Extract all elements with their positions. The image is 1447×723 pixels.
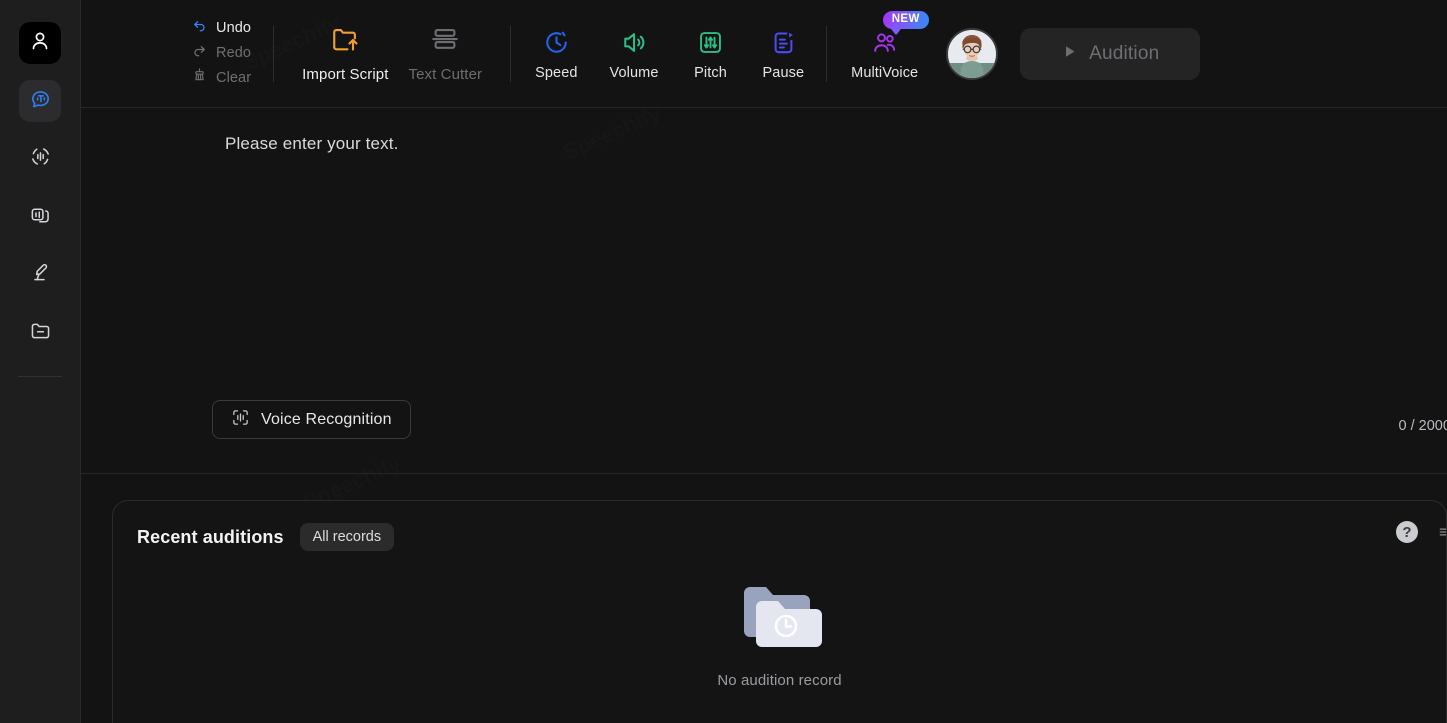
redo-arrow-icon bbox=[192, 42, 207, 65]
multivoice-label: MultiVoice bbox=[851, 64, 919, 81]
text-cutter-button[interactable]: Text Cutter bbox=[398, 24, 492, 83]
user-icon bbox=[28, 29, 52, 58]
toolbar: Undo Redo Clear Import Script Text Cutte… bbox=[81, 0, 1447, 109]
character-count: 0 / 20000 bbox=[1398, 418, 1447, 435]
sidebar-item-recorder[interactable] bbox=[19, 254, 61, 296]
sidebar-item-account[interactable] bbox=[19, 22, 61, 64]
history-controls: Undo Redo Clear bbox=[192, 17, 273, 90]
folder-upload-icon bbox=[328, 24, 362, 59]
voice-wave-circle-icon bbox=[29, 145, 52, 173]
pause-button[interactable]: Pause bbox=[747, 27, 821, 81]
undo-arrow-icon bbox=[192, 17, 207, 40]
empty-state: No audition record bbox=[113, 577, 1446, 689]
audition-button[interactable]: Audition bbox=[1020, 27, 1201, 80]
sidebar-item-voice-changer[interactable] bbox=[19, 138, 61, 180]
speed-button[interactable]: Speed bbox=[519, 27, 593, 81]
voice-recognition-label: Voice Recognition bbox=[261, 410, 392, 428]
redo-button[interactable]: Redo bbox=[192, 42, 251, 65]
volume-button[interactable]: Volume bbox=[594, 27, 675, 81]
new-badge: NEW bbox=[880, 8, 931, 31]
voice-recognition-button[interactable]: Voice Recognition bbox=[212, 400, 411, 440]
text-editor-area[interactable]: Please enter your text. Voice Recognitio… bbox=[81, 108, 1447, 475]
folder-minus-icon bbox=[29, 319, 52, 347]
speech-bubble-icon bbox=[29, 87, 52, 115]
undo-label: Undo bbox=[216, 20, 252, 37]
sidebar-divider bbox=[18, 376, 62, 377]
undo-button[interactable]: Undo bbox=[192, 17, 251, 40]
recent-auditions-panel: Recent auditions All records ? No auditi… bbox=[112, 500, 1447, 723]
clear-button[interactable]: Clear bbox=[192, 67, 251, 90]
text-cutter-icon bbox=[429, 24, 461, 59]
voice-portrait-image bbox=[948, 29, 997, 78]
recent-auditions-header: Recent auditions All records ? bbox=[113, 501, 1446, 552]
audition-label: Audition bbox=[1089, 42, 1160, 64]
app-root: Speechify Speechify Speechify Undo Redo … bbox=[0, 0, 1447, 723]
pitch-button[interactable]: Pitch bbox=[675, 27, 747, 81]
broom-icon bbox=[192, 67, 207, 90]
editor-divider bbox=[81, 473, 1447, 475]
question-mark-icon[interactable]: ? bbox=[1396, 521, 1418, 544]
panel-actions: ? bbox=[1396, 521, 1446, 544]
sidebar bbox=[0, 0, 81, 723]
speed-label: Speed bbox=[535, 64, 578, 81]
speaker-icon bbox=[621, 27, 648, 59]
pause-label: Pause bbox=[762, 64, 805, 81]
sidebar-item-voice-clone[interactable] bbox=[19, 196, 61, 238]
multivoice-button[interactable]: NEW MultiVoice bbox=[837, 8, 932, 81]
import-group: Import Script Text Cutter bbox=[274, 24, 510, 83]
import-script-label: Import Script bbox=[302, 66, 389, 84]
equalizer-icon bbox=[697, 27, 724, 59]
redo-label: Redo bbox=[216, 45, 252, 62]
sidebar-item-text-to-speech[interactable] bbox=[19, 80, 61, 122]
recent-auditions-title: Recent auditions bbox=[137, 526, 284, 547]
stopwatch-icon bbox=[543, 27, 570, 59]
pause-document-icon bbox=[770, 27, 797, 59]
volume-label: Volume bbox=[609, 64, 659, 81]
avatar[interactable] bbox=[946, 27, 999, 80]
all-records-chip[interactable]: All records bbox=[299, 523, 395, 552]
audio-tools: Speed Volume Pitch Pause bbox=[511, 27, 820, 81]
sidebar-item-my-files[interactable] bbox=[19, 312, 61, 354]
pitch-label: Pitch bbox=[694, 64, 727, 81]
voice-recognition-icon bbox=[231, 408, 250, 432]
more-options-icon[interactable] bbox=[1438, 525, 1446, 539]
import-script-button[interactable]: Import Script bbox=[292, 24, 398, 83]
editor-placeholder: Please enter your text. bbox=[225, 134, 399, 154]
clear-label: Clear bbox=[216, 70, 252, 87]
microphone-pen-icon bbox=[29, 261, 52, 289]
text-cutter-label: Text Cutter bbox=[408, 66, 483, 84]
toolbar-divider bbox=[826, 25, 828, 82]
empty-state-label: No audition record bbox=[717, 672, 842, 690]
main-content: Speechify Speechify Speechify Undo Redo … bbox=[81, 0, 1447, 723]
play-icon bbox=[1061, 43, 1078, 65]
stacked-cards-icon bbox=[29, 203, 52, 231]
folder-clock-icon bbox=[734, 577, 826, 662]
